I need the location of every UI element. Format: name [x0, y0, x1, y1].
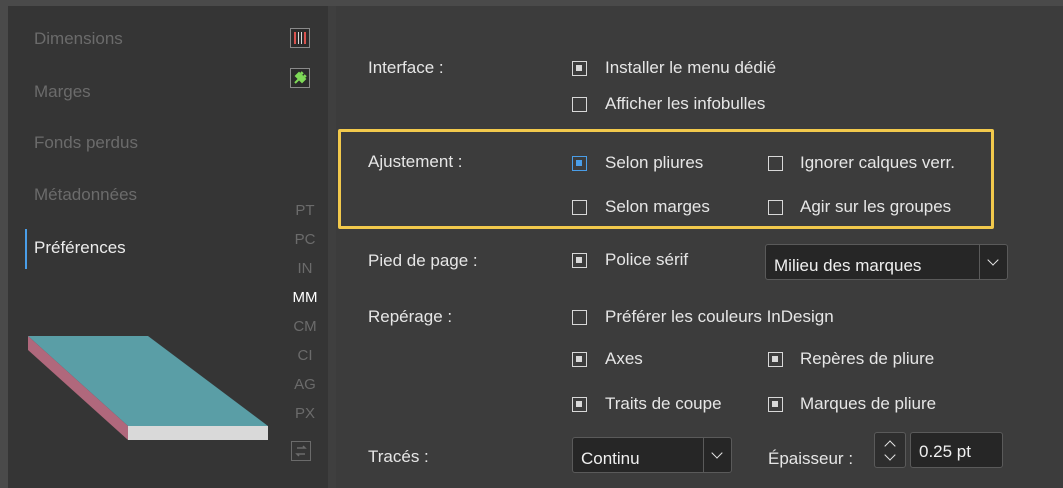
axes-label: Axes: [605, 349, 643, 368]
plugin-icon[interactable]: [290, 68, 310, 88]
panel-divider: [328, 6, 336, 488]
unit-pt[interactable]: PT: [290, 202, 320, 219]
sidebar: Dimensions Marges Fonds perdus Métadonné…: [8, 6, 328, 488]
sidebar-item-marges[interactable]: Marges: [34, 82, 91, 102]
preferer-couleurs-checkbox[interactable]: [572, 310, 587, 325]
selon-marges-label: Selon marges: [605, 197, 710, 216]
traits-coupe-label: Traits de coupe: [605, 394, 722, 413]
traces-style-value: Continu: [581, 449, 640, 468]
sidebar-item-preferences[interactable]: Préférences: [34, 238, 126, 258]
traces-label: Tracés :: [368, 447, 429, 466]
sidebar-item-fonds-perdus[interactable]: Fonds perdus: [34, 133, 138, 153]
ajustement-label: Ajustement :: [368, 152, 463, 171]
ignorer-calques-checkbox[interactable]: [768, 156, 783, 171]
sidebar-item-dimensions[interactable]: Dimensions: [34, 29, 123, 49]
reperes-pliure-checkbox[interactable]: [768, 352, 783, 367]
traces-style-select[interactable]: Continu: [572, 437, 732, 473]
unit-ci[interactable]: CI: [290, 347, 320, 364]
pied-de-page-label: Pied de page :: [368, 251, 478, 270]
pied-position-value: Milieu des marques: [774, 256, 922, 275]
interface-label: Interface :: [368, 58, 444, 77]
police-serif-checkbox[interactable]: [572, 253, 587, 268]
epaisseur-label: Épaisseur :: [768, 449, 854, 468]
page-preview-illustration: [28, 336, 268, 440]
active-indicator: [25, 229, 27, 269]
epaisseur-value: 0.25 pt: [919, 442, 971, 461]
marques-pliure-checkbox[interactable]: [768, 397, 783, 412]
marques-pliure-label: Marques de pliure: [800, 394, 937, 413]
installer-menu-label: Installer le menu dédié: [605, 58, 777, 77]
unit-in[interactable]: IN: [290, 260, 320, 277]
preferer-couleurs-label: Préférer les couleurs InDesign: [605, 307, 834, 326]
pied-position-select[interactable]: Milieu des marques: [765, 244, 1008, 280]
traits-coupe-checkbox[interactable]: [572, 397, 587, 412]
selon-pliures-checkbox[interactable]: [572, 156, 587, 171]
unit-pc[interactable]: PC: [290, 231, 320, 248]
agir-groupes-label: Agir sur les groupes: [800, 197, 952, 216]
axes-checkbox[interactable]: [572, 352, 587, 367]
stepper-down-icon[interactable]: [884, 449, 896, 461]
unit-mm[interactable]: MM: [290, 289, 320, 306]
sidebar-item-metadonnees[interactable]: Métadonnées: [34, 185, 137, 205]
epaisseur-input[interactable]: 0.25 pt: [910, 432, 1003, 468]
selon-marges-checkbox[interactable]: [572, 200, 587, 215]
ignorer-calques-label: Ignorer calques verr.: [800, 153, 955, 172]
pied-dropdown-button[interactable]: [979, 245, 1007, 279]
unit-ag[interactable]: AG: [290, 376, 320, 393]
agir-groupes-checkbox[interactable]: [768, 200, 783, 215]
swap-icon[interactable]: [291, 441, 311, 461]
reperes-pliure-label: Repères de pliure: [800, 349, 935, 368]
installer-menu-checkbox[interactable]: [572, 61, 587, 76]
reperage-label: Repérage :: [368, 307, 453, 326]
unit-cm[interactable]: CM: [290, 318, 320, 335]
chevron-down-icon: [987, 254, 999, 266]
police-serif-label: Police sérif: [605, 250, 689, 269]
unit-px[interactable]: PX: [290, 405, 320, 422]
selon-pliures-label: Selon pliures: [605, 153, 704, 172]
afficher-infobulles-label: Afficher les infobulles: [605, 94, 766, 113]
afficher-infobulles-checkbox[interactable]: [572, 97, 587, 112]
chevron-down-icon: [711, 447, 723, 459]
traces-dropdown-button[interactable]: [703, 438, 731, 472]
ruler-icon[interactable]: [290, 28, 310, 48]
epaisseur-stepper[interactable]: [874, 432, 906, 468]
